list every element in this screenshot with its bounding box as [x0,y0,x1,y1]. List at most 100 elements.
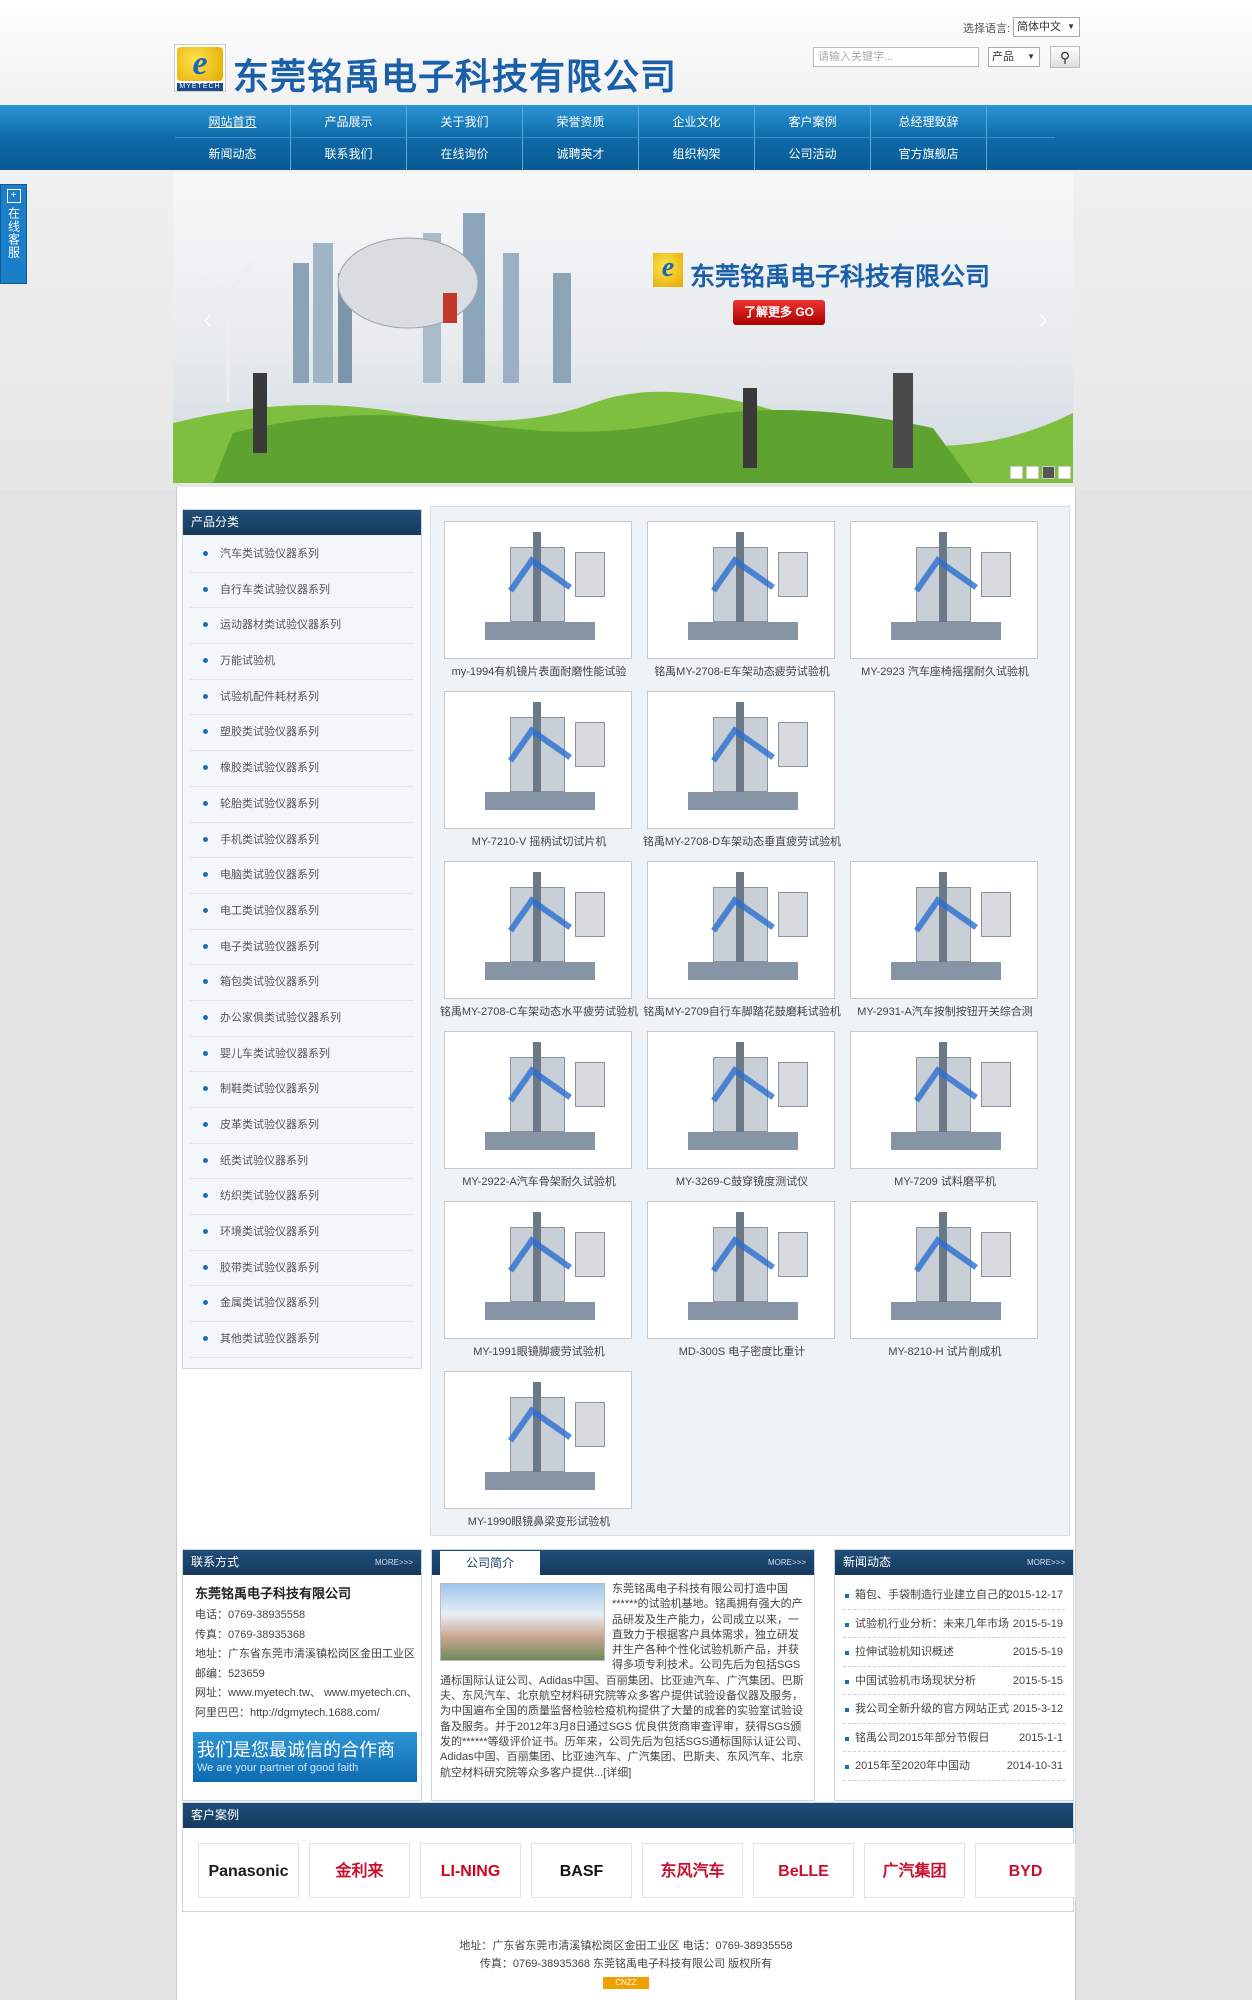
news-item-title[interactable]: 2015年至2020年中国动 [855,1760,970,1772]
product-card[interactable]: MY-7210-V 摇柄试切试片机 [439,691,632,851]
nav-item[interactable]: 在线询价 [407,138,523,170]
news-item[interactable]: 箱包、手袋制造行业建立自己的 2015-12-17 [843,1581,1065,1610]
product-name[interactable]: 铭禹MY-2708-C车架动态水平疲劳试验机 [439,1003,639,1019]
nav-item[interactable]: 产品展示 [291,106,407,137]
nav-item[interactable]: 联系我们 [291,138,407,170]
category-item[interactable]: 婴儿车类试验仪器系列 [190,1037,414,1073]
language-select[interactable]: 简体中文 ▼ [1013,17,1080,37]
news-item-title[interactable]: 试验机行业分析：未来几年市场 [855,1618,1009,1630]
nav-item[interactable]: 关于我们 [407,106,523,137]
client-logo[interactable]: Panasonic [198,1843,299,1898]
news-item[interactable]: 中国试验机市场现状分析 2015-5-15 [843,1667,1065,1695]
product-name[interactable]: my-1994有机镜片表面耐磨性能试验 [439,663,639,679]
client-logo[interactable]: 东风汽车 [642,1843,743,1898]
category-item[interactable]: 环境类试验仪器系列 [190,1215,414,1251]
product-image[interactable] [444,1371,632,1509]
client-logo[interactable]: LI-NING [420,1843,521,1898]
product-card[interactable]: MY-2931-A汽车按制按钮开关综合测 [845,861,1038,1021]
about-more-link[interactable]: MORE>>> [768,1550,806,1575]
banner-prev-arrow[interactable]: ‹ [203,303,212,335]
category-item[interactable]: 塑胶类试验仪器系列 [190,715,414,752]
product-card[interactable]: MD-300S 电子密度比重计 [642,1201,835,1361]
product-card[interactable]: my-1994有机镜片表面耐磨性能试验 [439,521,632,681]
nav-item[interactable]: 总经理致辞 [871,106,987,137]
news-item[interactable]: 2015年至2020年中国动 2014-10-31 [843,1752,1065,1781]
about-detail-link[interactable]: [详细] [603,1767,631,1779]
category-item[interactable]: 箱包类试验仪器系列 [190,965,414,1001]
product-card[interactable]: MY-2922-A汽车骨架耐久试验机 [439,1031,632,1191]
product-card[interactable]: MY-7209 试料磨平机 [845,1031,1038,1191]
product-image[interactable] [444,1031,632,1169]
category-item[interactable]: 皮革类试验仪器系列 [190,1108,414,1144]
news-item-title[interactable]: 中国试验机市场现状分析 [855,1675,976,1687]
online-service-tab[interactable]: + 在线客服 [0,184,27,284]
client-logo[interactable]: BASF [531,1843,632,1898]
client-logo[interactable]: 广汽集团 [864,1843,965,1898]
product-image[interactable] [850,521,1038,659]
product-image[interactable] [444,691,632,829]
product-image[interactable] [647,521,835,659]
category-item[interactable]: 电脑类试验仪器系列 [190,858,414,894]
product-card[interactable]: 铭禹MY-2708-E车架动态疲劳试验机 [642,521,835,681]
news-item[interactable]: 铭禹公司2015年部分节假日 2015-1-1 [843,1724,1065,1752]
partner-banner[interactable]: 我们是您最诚信的合作商 We are your partner of good … [193,1732,417,1782]
product-name[interactable]: MY-3269-C鼓穿镜度测试仪 [642,1173,842,1189]
nav-item[interactable]: 新闻动态 [175,138,291,170]
product-name[interactable]: MY-2931-A汽车按制按钮开关综合测 [845,1003,1045,1019]
news-item[interactable]: 试验机行业分析：未来几年市场 2015-5-19 [843,1610,1065,1638]
category-item[interactable]: 其他类试验仪器系列 [190,1322,414,1358]
category-item[interactable]: 金属类试验仪器系列 [190,1286,414,1323]
company-logo[interactable]: e MYETECH [174,44,226,92]
client-logo[interactable]: 金利来 [309,1843,410,1898]
product-name[interactable]: MY-7209 试料磨平机 [845,1173,1045,1189]
contact-more-link[interactable]: MORE>>> [375,1550,413,1575]
product-name[interactable]: 铭禹MY-2709自行车脚踏花鼓磨耗试验机 [642,1003,842,1019]
product-image[interactable] [850,1031,1038,1169]
category-item[interactable]: 轮胎类试验仪器系列 [190,787,414,823]
category-item[interactable]: 办公家俱类试验仪器系列 [190,1001,414,1037]
product-name[interactable]: MY-2923 汽车座椅摇摆耐久试验机 [845,663,1045,679]
nav-item[interactable]: 荣誉资质 [523,106,639,137]
product-image[interactable] [647,1031,835,1169]
category-item[interactable]: 万能试验机 [190,644,414,680]
client-logo[interactable]: BYD [975,1843,1076,1898]
banner-dot[interactable] [1058,466,1071,479]
nav-item[interactable]: 公司活动 [755,138,871,170]
category-item[interactable]: 手机类试验仪器系列 [190,823,414,859]
category-item[interactable]: 自行车类试验仪器系列 [190,573,414,609]
news-item-title[interactable]: 铭禹公司2015年部分节假日 [855,1732,989,1744]
product-name[interactable]: 铭禹MY-2708-E车架动态疲劳试验机 [642,663,842,679]
product-name[interactable]: MY-8210-H 试片削成机 [845,1343,1045,1359]
category-item[interactable]: 汽车类试验仪器系列 [190,537,414,573]
product-card[interactable]: MY-8210-H 试片削成机 [845,1201,1038,1361]
client-logo[interactable]: BeLLE [753,1843,854,1898]
category-item[interactable]: 电工类试验仪器系列 [190,894,414,930]
nav-item[interactable]: 诚聘英才 [523,138,639,170]
banner-next-arrow[interactable]: › [1039,303,1048,335]
search-category-select[interactable]: 产品 ▼ [988,47,1040,67]
banner-dot-active[interactable] [1042,466,1055,479]
search-input[interactable]: 请输入关键字... [813,47,979,67]
news-more-link[interactable]: MORE>>> [1027,1550,1065,1575]
product-image[interactable] [647,861,835,999]
nav-item[interactable]: 客户案例 [755,106,871,137]
news-item-title[interactable]: 拉伸试验机知识概述 [855,1646,954,1658]
product-image[interactable] [444,521,632,659]
product-card[interactable]: MY-2923 汽车座椅摇摆耐久试验机 [845,521,1038,681]
product-card[interactable]: MY-3269-C鼓穿镜度测试仪 [642,1031,835,1191]
about-tab[interactable]: 公司简介 [440,1551,540,1575]
product-image[interactable] [850,861,1038,999]
category-item[interactable]: 运动器材类试验仪器系列 [190,608,414,645]
hero-banner[interactable]: e 东莞铭禹电子科技有限公司 了解更多 GO ‹ › [173,173,1073,483]
news-item[interactable]: 我公司全新升级的官方网站正式 2015-3-12 [843,1695,1065,1724]
product-card[interactable]: MY-1991眼镜脚疲劳试验机 [439,1201,632,1361]
nav-item[interactable]: 官方旗舰店 [871,138,987,170]
product-card[interactable]: 铭禹MY-2708-C车架动态水平疲劳试验机 [439,861,638,1021]
category-item[interactable]: 试验机配件耗材系列 [190,680,414,716]
nav-item[interactable]: 组织构架 [639,138,755,170]
product-name[interactable]: MY-1990眼镜鼻梁变形试验机 [439,1513,639,1529]
category-item[interactable]: 橡胶类试验仪器系列 [190,751,414,787]
product-name[interactable]: MY-2922-A汽车骨架耐久试验机 [439,1173,639,1189]
learn-more-button[interactable]: 了解更多 GO [733,300,825,325]
product-image[interactable] [850,1201,1038,1339]
